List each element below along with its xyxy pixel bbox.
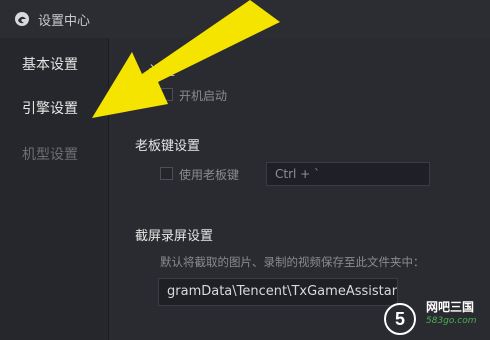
startup-checkbox-label: 开机启动 <box>179 89 228 103</box>
title-bar: 设置中心 <box>0 0 490 38</box>
sidebar-item-device-settings[interactable]: 机型设置 <box>22 144 78 164</box>
sidebar-item-engine-settings[interactable]: 引擎设置 <box>22 98 78 118</box>
startup-section-title: 设置 <box>149 64 176 79</box>
window-title: 设置中心 <box>38 13 91 29</box>
watermark-url: 583go.com <box>426 316 477 326</box>
app-logo-icon <box>15 12 29 26</box>
screenshot-section-title: 截屏录屏设置 <box>135 229 214 244</box>
boss-key-checkbox[interactable] <box>160 167 173 180</box>
screenshot-folder-description: 默认将截取的图片、录制的视频保存至此文件夹中： <box>160 255 425 269</box>
snapshot-folder-path-field[interactable]: gramData\Tencent\TxGameAssistant\Snapsho… <box>158 278 398 306</box>
boss-key-hotkey-field[interactable]: Ctrl + ` <box>266 162 430 186</box>
settings-panel: 设置 开机启动 老板键设置 使用老板键 Ctrl + ` 截屏录屏设置 默认将截… <box>109 38 490 340</box>
startup-checkbox[interactable] <box>160 88 173 101</box>
sidebar-item-basic-settings[interactable]: 基本设置 <box>22 54 78 74</box>
watermark-logo-number: 5 <box>395 309 405 329</box>
boss-key-section-title: 老板键设置 <box>135 139 201 154</box>
boss-key-checkbox-label: 使用老板键 <box>179 168 240 182</box>
sidebar: 基本设置 引擎设置 机型设置 <box>0 38 109 340</box>
watermark-site-name: 网吧三国 <box>426 300 475 314</box>
